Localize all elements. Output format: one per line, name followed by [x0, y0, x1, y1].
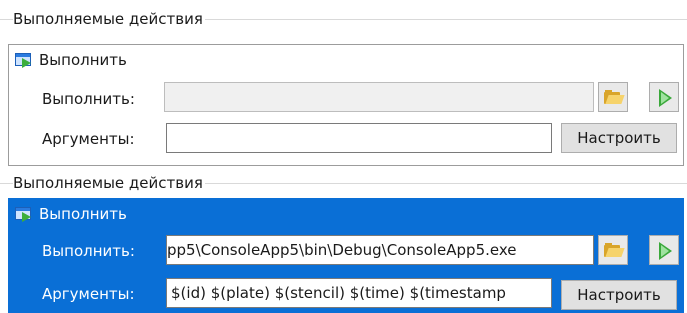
arguments-field[interactable]: $(id) $(plate) $(stencil) $(time) $(time…: [166, 278, 552, 308]
folder-open-icon: [604, 90, 625, 104]
action-item-title: Выполнить: [39, 205, 127, 223]
run-action-icon: [15, 206, 33, 222]
run-button[interactable]: [649, 82, 679, 112]
group-title: Выполняемые действия: [13, 9, 205, 29]
action-panel-2[interactable]: Выполнить Выполнить: pp5\ConsoleApp5\bin…: [8, 198, 684, 313]
play-icon: [659, 242, 672, 260]
configure-button[interactable]: Настроить: [561, 280, 677, 310]
browse-button[interactable]: [598, 82, 628, 112]
folder-open-icon: [604, 243, 625, 257]
arguments-label: Аргументы:: [42, 130, 135, 148]
execute-label: Выполнить:: [42, 242, 135, 260]
arguments-field[interactable]: [166, 123, 552, 153]
browse-button[interactable]: [598, 235, 628, 265]
group-title: Выполняемые действия: [13, 173, 205, 193]
execute-path-field[interactable]: pp5\ConsoleApp5\bin\Debug\ConsoleApp5.ex…: [166, 235, 594, 265]
group-header-2: Выполняемые действия: [0, 170, 687, 198]
action-panel-1[interactable]: Выполнить Выполнить: Аргументы: Настроит…: [8, 44, 684, 166]
action-item-header[interactable]: Выполнить: [15, 203, 127, 225]
run-button[interactable]: [649, 235, 679, 265]
arguments-label: Аргументы:: [42, 285, 135, 303]
execute-path-field[interactable]: [164, 82, 594, 112]
group-header-1: Выполняемые действия: [0, 6, 687, 34]
play-icon: [659, 89, 672, 107]
execute-label: Выполнить:: [42, 90, 135, 108]
run-action-icon: [15, 52, 33, 68]
action-item-title: Выполнить: [39, 51, 127, 69]
action-item-header[interactable]: Выполнить: [15, 49, 127, 71]
configure-button[interactable]: Настроить: [561, 123, 677, 153]
